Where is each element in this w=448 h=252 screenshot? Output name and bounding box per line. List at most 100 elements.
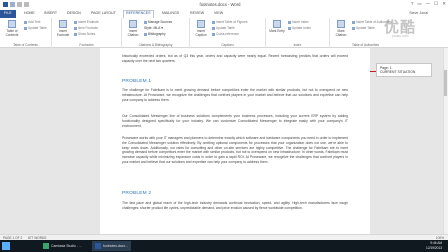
add-text-icon bbox=[24, 20, 27, 24]
group-label: Index bbox=[293, 43, 302, 47]
cross-reference-button[interactable]: Cross-reference bbox=[212, 32, 239, 36]
scrollbar-thumb[interactable] bbox=[444, 70, 447, 96]
group-index: Mark Entry Insert Index Update Index Ind… bbox=[266, 18, 330, 48]
windows-logo-icon bbox=[2, 242, 6, 246]
group-label: Footnotes bbox=[79, 43, 94, 47]
taskbar-app-word[interactable]: footnotes.docx... bbox=[92, 241, 131, 251]
tab-page-layout[interactable]: PAGE LAYOUT bbox=[91, 11, 116, 15]
body-paragraph[interactable]: Proseware works with your IT managers an… bbox=[122, 136, 348, 165]
taskbar: Camtasia Studio - ... footnotes.docx... … bbox=[0, 240, 448, 252]
update-figures-table-button[interactable]: Update Table bbox=[212, 26, 235, 30]
mark-entry-icon bbox=[273, 20, 281, 28]
caption-icon bbox=[197, 20, 205, 28]
chevron-down-icon: ▾ bbox=[161, 26, 163, 30]
manage-sources-button[interactable]: Manage Sources bbox=[144, 20, 172, 24]
mark-citation-icon bbox=[337, 20, 345, 28]
close-button[interactable]: ✕ bbox=[442, 1, 446, 7]
system-clock[interactable]: 9:46 AM 12/19/2013 bbox=[426, 241, 442, 250]
word-icon bbox=[95, 243, 101, 249]
quick-access-toolbar bbox=[3, 2, 29, 8]
undo-icon[interactable] bbox=[17, 2, 22, 7]
update-icon bbox=[288, 26, 291, 30]
insert-citation-button[interactable]: Insert Citation bbox=[124, 20, 142, 37]
show-notes-icon bbox=[74, 32, 77, 36]
title-bar: footnotes.docx - Word ? ▭ — ☐ ✕ bbox=[0, 0, 448, 10]
body-paragraph[interactable]: The fast pace and global reach of the hi… bbox=[122, 201, 348, 211]
update-icon bbox=[212, 26, 215, 30]
tab-view[interactable]: VIEW bbox=[214, 11, 223, 15]
update-authorities-table-button[interactable]: Update Table bbox=[352, 26, 375, 30]
word-logo-icon bbox=[3, 2, 8, 7]
minimize-button[interactable]: — bbox=[426, 1, 431, 7]
body-paragraph[interactable]: historically exceeded orders, but as of … bbox=[122, 54, 348, 64]
add-text-button[interactable]: Add Text bbox=[24, 20, 40, 24]
heading-problem-1[interactable]: PROBLEM 1 bbox=[122, 79, 151, 84]
cross-reference-icon bbox=[212, 32, 215, 36]
heading-problem-2[interactable]: PROBLEM 2 bbox=[122, 191, 151, 196]
body-paragraph[interactable]: Our Consolidated Messenger line of busin… bbox=[122, 114, 348, 128]
mark-entry-button[interactable]: Mark Entry bbox=[268, 20, 286, 33]
tab-file[interactable]: FILE bbox=[0, 10, 16, 18]
insert-caption-button[interactable]: Insert Caption bbox=[192, 20, 210, 37]
comment-text: CURRENT SITUATION bbox=[380, 70, 416, 74]
tab-mailings[interactable]: MAILINGS bbox=[162, 11, 179, 15]
redo-icon[interactable] bbox=[24, 2, 29, 7]
next-footnote-icon bbox=[74, 26, 77, 30]
save-icon[interactable] bbox=[10, 2, 15, 7]
user-account[interactable]: Steve Jonal bbox=[409, 11, 428, 15]
update-icon bbox=[352, 26, 355, 30]
taskbar-app-camtasia[interactable]: Camtasia Studio - ... bbox=[40, 241, 85, 251]
tab-design[interactable]: DESIGN bbox=[67, 11, 81, 15]
group-citations: Insert Citation Manage Sources Style: ML… bbox=[122, 18, 190, 48]
group-captions: Insert Caption Insert Table of Figures U… bbox=[190, 18, 266, 48]
comment-balloon[interactable]: Page: 1 CURRENT SITUATION bbox=[376, 63, 432, 77]
body-paragraph[interactable]: The challenge for Fabrikam is to meet gr… bbox=[122, 88, 348, 102]
insert-endnote-button[interactable]: Insert Endnote bbox=[74, 20, 99, 24]
tab-review[interactable]: REVIEW bbox=[190, 11, 204, 15]
next-footnote-button[interactable]: Next Footnote bbox=[74, 26, 98, 30]
document-page[interactable]: historically exceeded orders, but as of … bbox=[100, 48, 370, 234]
insert-index-icon bbox=[288, 20, 291, 24]
insert-index-button[interactable]: Insert Index bbox=[288, 20, 309, 24]
table-of-authorities-icon bbox=[352, 20, 355, 24]
start-button[interactable] bbox=[2, 242, 10, 250]
endnote-icon bbox=[74, 20, 77, 24]
tab-references[interactable]: REFERENCES bbox=[123, 10, 154, 18]
group-label: Table of Contents bbox=[13, 43, 38, 47]
tab-insert[interactable]: INSERT bbox=[44, 11, 57, 15]
group-table-of-contents: Table of Contents Add Text Update Table … bbox=[0, 18, 52, 48]
youku-watermark-sub: youku.com bbox=[392, 34, 409, 38]
update-icon bbox=[24, 26, 27, 30]
ribbon: Table of Contents Add Text Update Table … bbox=[0, 18, 448, 48]
windows-logo-icon-part bbox=[2, 246, 6, 250]
group-label: Citations & Bibliography bbox=[138, 43, 173, 47]
ribbon-display-button[interactable]: ▭ bbox=[417, 1, 421, 7]
update-index-button[interactable]: Update Index bbox=[288, 26, 311, 30]
citation-icon bbox=[129, 20, 137, 28]
mark-citation-button[interactable]: Mark Citation bbox=[332, 20, 350, 37]
help-button[interactable]: ? bbox=[411, 1, 414, 7]
citation-style-dropdown[interactable]: Style: MLA ▾ bbox=[144, 26, 163, 30]
clock-date: 12/19/2013 bbox=[426, 245, 442, 250]
bibliography-button[interactable]: Bibliography bbox=[144, 32, 166, 36]
table-of-contents-icon bbox=[8, 20, 16, 28]
tab-home[interactable]: HOME bbox=[24, 11, 35, 15]
camtasia-icon bbox=[43, 243, 49, 249]
group-footnotes: Insert Footnote Insert Endnote Next Foot… bbox=[52, 18, 122, 48]
insert-footnote-button[interactable]: Insert Footnote bbox=[54, 20, 72, 37]
table-of-contents-button[interactable]: Table of Contents bbox=[2, 20, 22, 37]
maximize-button[interactable]: ☐ bbox=[434, 1, 438, 7]
bibliography-icon bbox=[144, 32, 147, 36]
window-title: footnotes.docx - Word bbox=[199, 2, 241, 7]
insert-table-of-figures-button[interactable]: Insert Table of Figures bbox=[212, 20, 247, 24]
group-label: Captions bbox=[221, 43, 234, 47]
window-controls: ? ▭ — ☐ ✕ bbox=[411, 1, 446, 7]
windows-logo-icon-part bbox=[6, 242, 10, 246]
windows-logo-icon-part bbox=[6, 246, 10, 250]
show-notes-button[interactable]: Show Notes bbox=[74, 32, 95, 36]
update-toc-button[interactable]: Update Table bbox=[24, 26, 47, 30]
footnote-icon bbox=[59, 20, 67, 28]
table-of-figures-icon bbox=[212, 20, 215, 24]
manage-sources-icon bbox=[144, 20, 147, 24]
group-label: Table of Authorities bbox=[352, 43, 379, 47]
